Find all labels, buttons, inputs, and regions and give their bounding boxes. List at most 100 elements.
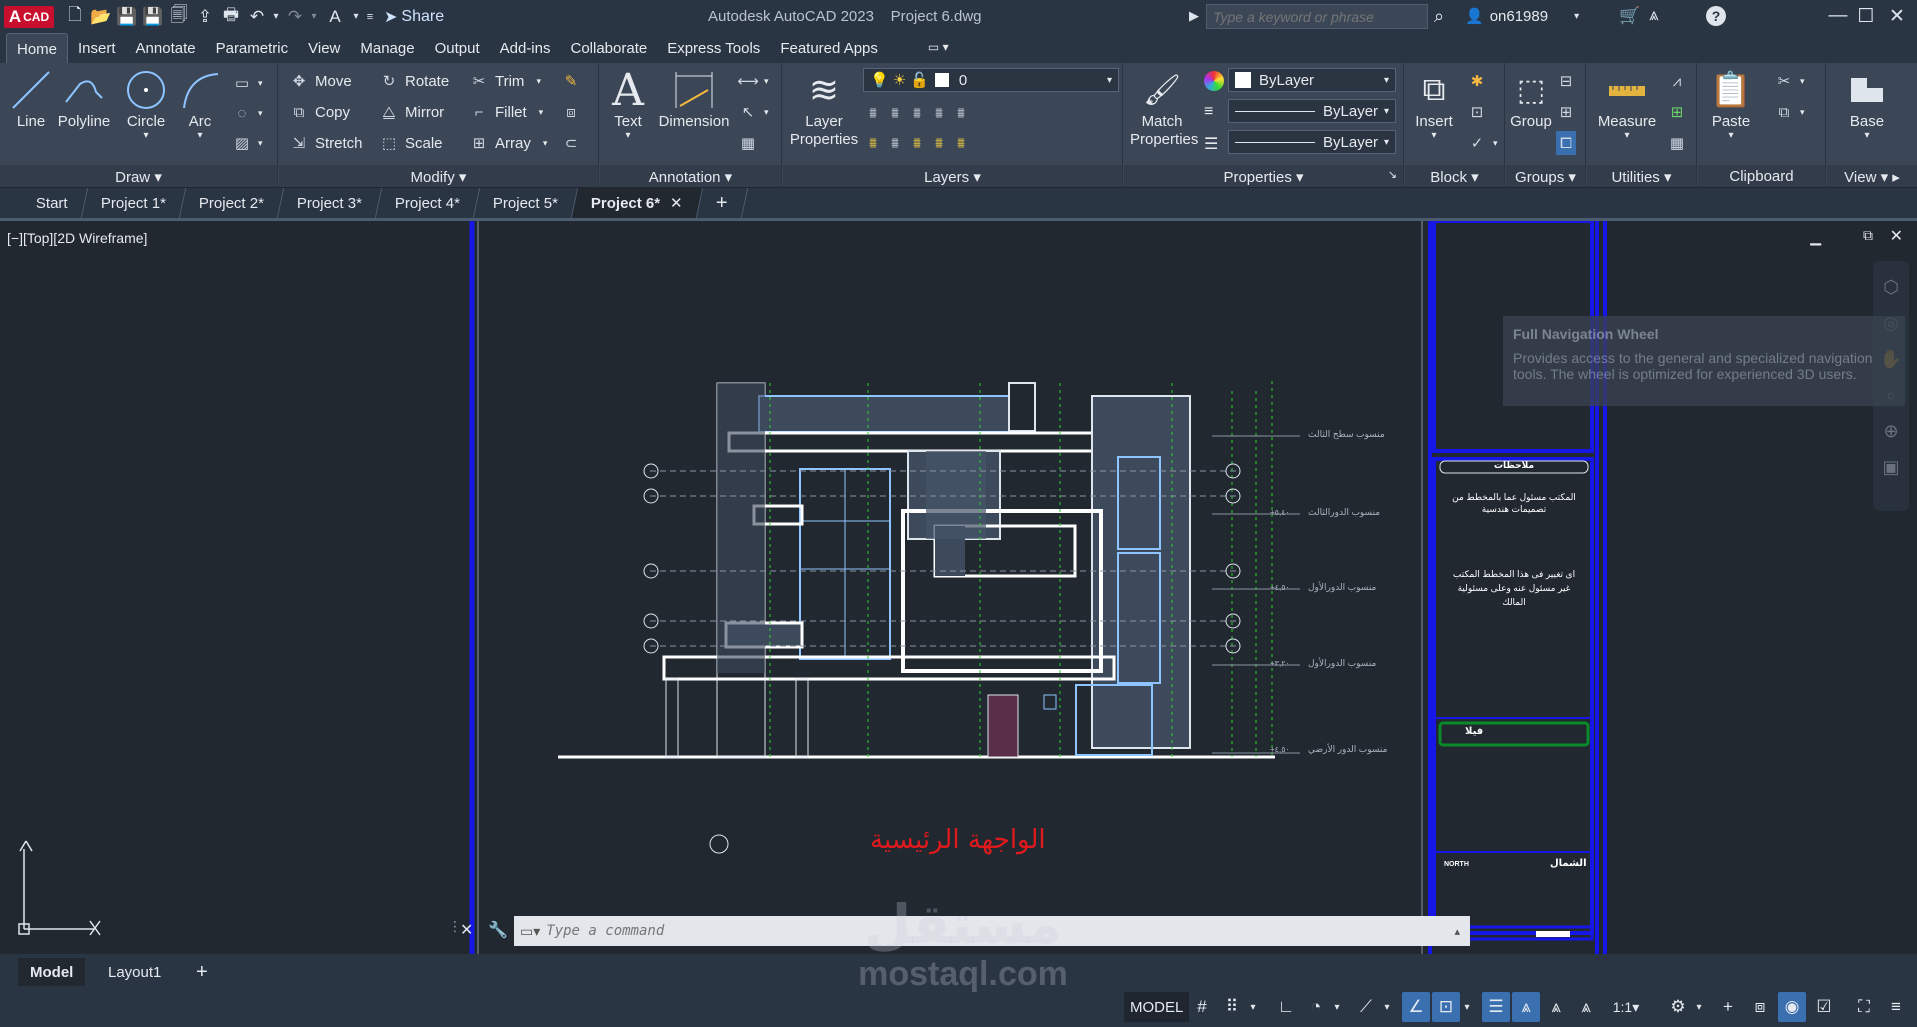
quick-select-button[interactable]: ⩘ [1667,69,1687,93]
command-customize-icon[interactable]: 🔧 [488,920,508,940]
viewcube-icon[interactable]: ⬡ [1873,269,1909,305]
edit-block-button[interactable]: ⊡ [1467,100,1487,124]
rectangle-button[interactable]: ▭ ▾ [232,71,263,95]
arc-button[interactable]: Arc ▾ [178,67,222,141]
layers-panel-label[interactable]: Layers ▾ [783,165,1122,187]
annotation-panel-label[interactable]: Annotation ▾ [600,165,781,187]
tab-project-1[interactable]: Project 1* [81,188,186,218]
tab-output[interactable]: Output [425,33,490,63]
tab-view[interactable]: View [298,33,350,63]
tab-express-tools[interactable]: Express Tools [657,33,770,63]
group-edit-button[interactable]: ⊞ [1556,100,1576,124]
scale-button[interactable]: ⬚ Scale [379,131,443,155]
dimension-button[interactable]: Dimension [656,67,732,130]
undo-dropdown-icon[interactable]: ▾ [270,5,282,29]
save-icon[interactable]: 💾 [114,5,140,29]
customize-qat-icon[interactable]: ≡ [362,5,378,29]
close-icon[interactable]: ✕ [1878,2,1916,30]
hardware-acceleration-icon[interactable]: ◉ [1778,992,1806,1022]
view-panel-label[interactable]: View ▾ ▸ [1827,165,1917,187]
redo-dropdown-icon[interactable]: ▾ [308,5,320,29]
draw-panel-label[interactable]: Draw ▾ [0,165,277,187]
measure-button[interactable]: Measure ▾ [1595,67,1659,141]
chevron-down-icon[interactable]: ▾ [1460,992,1474,1022]
tab-project-3[interactable]: Project 3* [277,188,383,218]
annotation-scale-icon[interactable]: ⩓ [1572,992,1600,1022]
save-as-icon[interactable]: 💾 [140,5,166,29]
help-icon[interactable]: ? [1706,6,1726,26]
block-panel-label[interactable]: Block ▾ [1405,165,1504,187]
table-button[interactable]: ▦ [738,131,758,155]
search-expand-icon[interactable]: ▶ [1189,8,1199,24]
chevron-down-icon[interactable]: ▾ [1692,992,1706,1022]
gear-icon[interactable]: ⚙ [1664,992,1692,1022]
snap-icon[interactable]: ⠿ [1218,992,1246,1022]
move-button[interactable]: ✥ Move [289,69,352,93]
isolate-objects-icon[interactable]: ⧈ [1746,992,1774,1022]
trim-button[interactable]: ✂ Trim ▾ [469,69,541,93]
groups-panel-label[interactable]: Groups ▾ [1506,165,1585,187]
block-attributes-button[interactable]: ✓ ▾ [1467,131,1498,155]
tab-home[interactable]: Home [6,33,69,63]
tab-manage[interactable]: Manage [350,33,424,63]
layer-properties-button[interactable]: ≋ Layer Properties [789,67,859,149]
open-web-icon[interactable]: 🗐 [166,5,192,29]
modify-panel-label[interactable]: Modify ▾ [279,165,598,187]
polyline-button[interactable]: Polyline [56,67,112,130]
text-button[interactable]: A Text ▾ [606,65,650,142]
paste-button[interactable]: 📋 Paste ▾ [1706,67,1756,141]
tab-project-4[interactable]: Project 4* [375,188,481,218]
clean-screen-toggle-icon[interactable]: ☑ [1810,992,1838,1022]
rotate-button[interactable]: ↻ Rotate [379,69,450,93]
plus-icon[interactable]: + [1714,992,1742,1022]
share-button[interactable]: ➤ Share [384,7,444,27]
linetype-dropdown[interactable]: ByLayer ▾ [1228,99,1396,123]
ribbon-minimize-toggle[interactable]: ▭ ▾ [918,33,959,63]
workspace-dropdown-icon[interactable]: ▾ [350,5,362,29]
command-input[interactable] [540,918,1455,944]
drawing-viewport[interactable]: [−][Top][2D Wireframe] ▁ ⧉ ✕ منسوب سطح ا… [0,221,1917,954]
autodesk-app-icon[interactable]: ⩓ [1649,5,1659,25]
layer-dropdown[interactable]: 💡 ☀ 🔓 0 ▾ [863,68,1119,92]
add-layout-button[interactable]: + [184,958,220,986]
tab-collaborate[interactable]: Collaborate [560,33,657,63]
open-folder-icon[interactable]: 📂 [88,5,114,29]
mirror-button[interactable]: ⧋ Mirror [379,100,444,124]
object-snap-tracking-icon[interactable]: ∠ [1402,992,1430,1022]
user-account[interactable]: 👤 on61989 ▾ [1465,7,1579,26]
properties-panel-label[interactable]: Properties ▾ ↘ [1124,165,1403,187]
offset-button[interactable]: ⊂ [561,131,581,155]
model-space-button[interactable]: MODEL [1124,992,1190,1022]
save-web-icon[interactable]: ⇪ [192,5,218,29]
scale-dropdown[interactable]: 1:1 ▾ [1604,992,1648,1022]
plot-icon[interactable]: 🖶 [218,5,244,29]
lineweight-dropdown[interactable]: ByLayer ▾ [1228,130,1396,154]
match-properties-button[interactable]: 🖌 Match Properties [1130,67,1198,149]
erase-button[interactable]: ✎ [561,69,581,93]
grid-icon[interactable]: # [1188,992,1216,1022]
annotation-visibility-icon[interactable]: ⩓ [1512,992,1540,1022]
clean-screen-icon[interactable]: ⛶ [1850,992,1878,1022]
redo-icon[interactable]: ↷ [282,5,308,29]
tab-insert[interactable]: Insert [68,33,126,63]
tab-add-ins[interactable]: Add-ins [490,33,561,63]
chevron-down-icon[interactable]: ▾ [1246,992,1260,1022]
lineweight-toggle-icon[interactable]: ☰ [1482,992,1510,1022]
layer-tools-row-2[interactable]: ⩩ ⩩ ⩩ ⩩ ⩩ [863,131,971,155]
command-history-icon[interactable]: ▭▾ [520,923,540,940]
search-icon[interactable]: ⌕ [1434,6,1444,27]
line-button[interactable]: Line [8,67,54,130]
isodraft-icon[interactable]: ⟋ [1352,992,1380,1022]
tab-start[interactable]: Start [16,188,88,218]
linear-dimension-button[interactable]: ⟷ ▾ [737,69,768,93]
new-tab-button[interactable]: + [696,188,748,218]
undo-icon[interactable]: ↶ [244,5,270,29]
new-file-icon[interactable]: 🗋 [62,5,88,29]
select-all-button[interactable]: ⊞ [1667,100,1687,124]
workspace-icon[interactable]: A [320,5,350,29]
chevron-down-icon[interactable]: ▾ [1380,992,1394,1022]
calculator-button[interactable]: ▦ [1667,131,1687,155]
clipboard-panel-label[interactable]: Clipboard [1698,165,1825,187]
create-block-button[interactable]: ✱ [1467,69,1487,93]
color-dropdown[interactable]: ByLayer ▾ [1228,68,1396,92]
